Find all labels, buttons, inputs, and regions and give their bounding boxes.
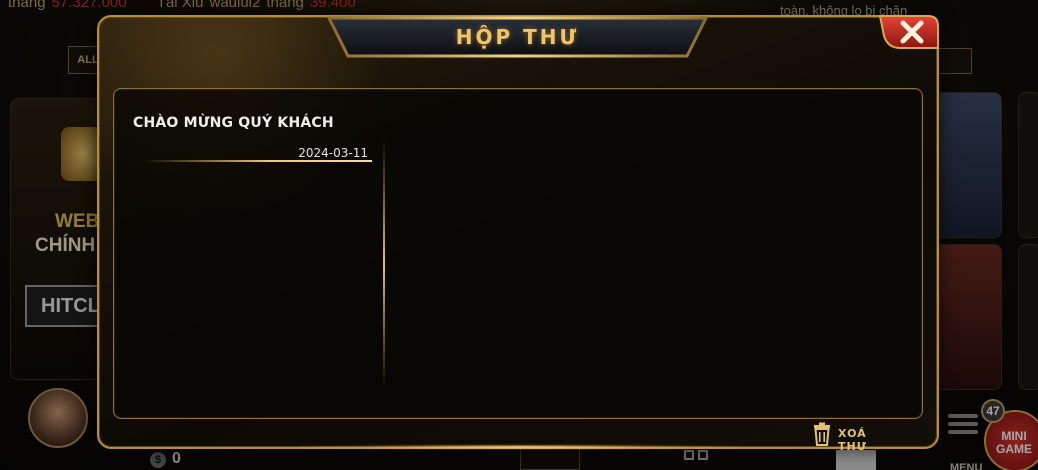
close-button[interactable] (878, 14, 940, 50)
mail-list: CHÀO MỪNG QUÝ KHÁCH 2024-03-11 (114, 89, 384, 420)
dialog-title: HỘP THƯ (455, 25, 580, 49)
trash-icon (814, 422, 830, 446)
dialog-title-plate: HỘP THƯ (325, 16, 710, 60)
dialog-bottom-glow (300, 444, 740, 450)
mail-content-area (386, 89, 922, 420)
close-x-icon (878, 15, 939, 49)
list-item[interactable]: CHÀO MỪNG QUÝ KHÁCH 2024-03-11 (132, 113, 372, 165)
mail-title: CHÀO MỪNG QUÝ KHÁCH (133, 115, 334, 131)
mail-underline (144, 160, 372, 162)
delete-mail-label: XOÁ THƯ (838, 427, 867, 453)
delete-mail-button[interactable]: XOÁ THƯ (810, 422, 900, 453)
panel-divider (383, 139, 385, 389)
mail-date: 2024-03-11 (298, 146, 368, 160)
mail-panel: CHÀO MỪNG QUÝ KHÁCH 2024-03-11 (113, 88, 923, 419)
